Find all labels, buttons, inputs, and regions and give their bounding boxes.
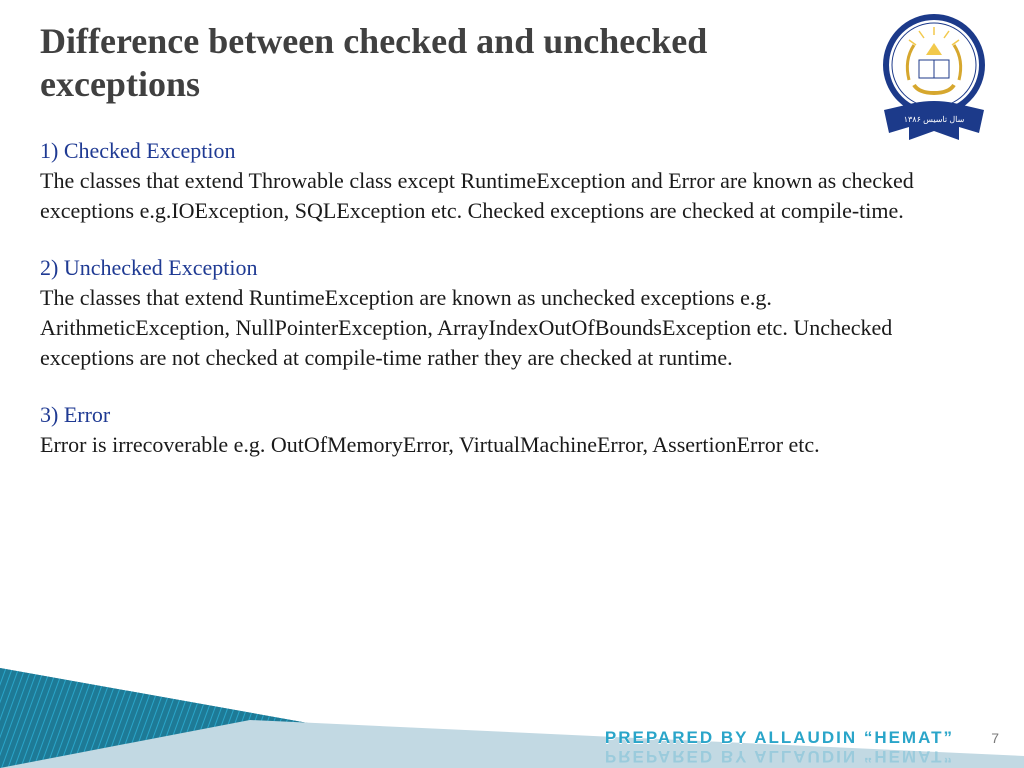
section-3-body: Error is irrecoverable e.g. OutOfMemoryE…	[40, 432, 820, 457]
section-3-heading: 3) Error	[40, 402, 110, 427]
section-2: 2) Unchecked Exception The classes that …	[40, 253, 940, 372]
institution-logo: سال تاسیس ۱۳۸۶	[864, 5, 1004, 155]
page-number: 7	[991, 730, 999, 746]
section-1-heading: 1) Checked Exception	[40, 138, 236, 163]
section-3: 3) Error Error is irrecoverable e.g. Out…	[40, 400, 940, 459]
prepared-by-text: PREPARED BY ALLAUDIN “HEMAT”	[605, 728, 954, 748]
section-1-body: The classes that extend Throwable class …	[40, 168, 914, 223]
slide: سال تاسیس ۱۳۸۶ Difference between checke…	[0, 0, 1024, 768]
section-1: 1) Checked Exception The classes that ex…	[40, 136, 940, 225]
logo-year-text: سال تاسیس ۱۳۸۶	[904, 115, 965, 124]
slide-title: Difference between checked and unchecked…	[40, 20, 860, 106]
slide-content: 1) Checked Exception The classes that ex…	[40, 136, 940, 459]
prepared-by-reflection: PREPARED BY ALLAUDIN “HEMAT”	[605, 746, 954, 766]
section-2-heading: 2) Unchecked Exception	[40, 255, 257, 280]
section-2-body: The classes that extend RuntimeException…	[40, 285, 892, 369]
